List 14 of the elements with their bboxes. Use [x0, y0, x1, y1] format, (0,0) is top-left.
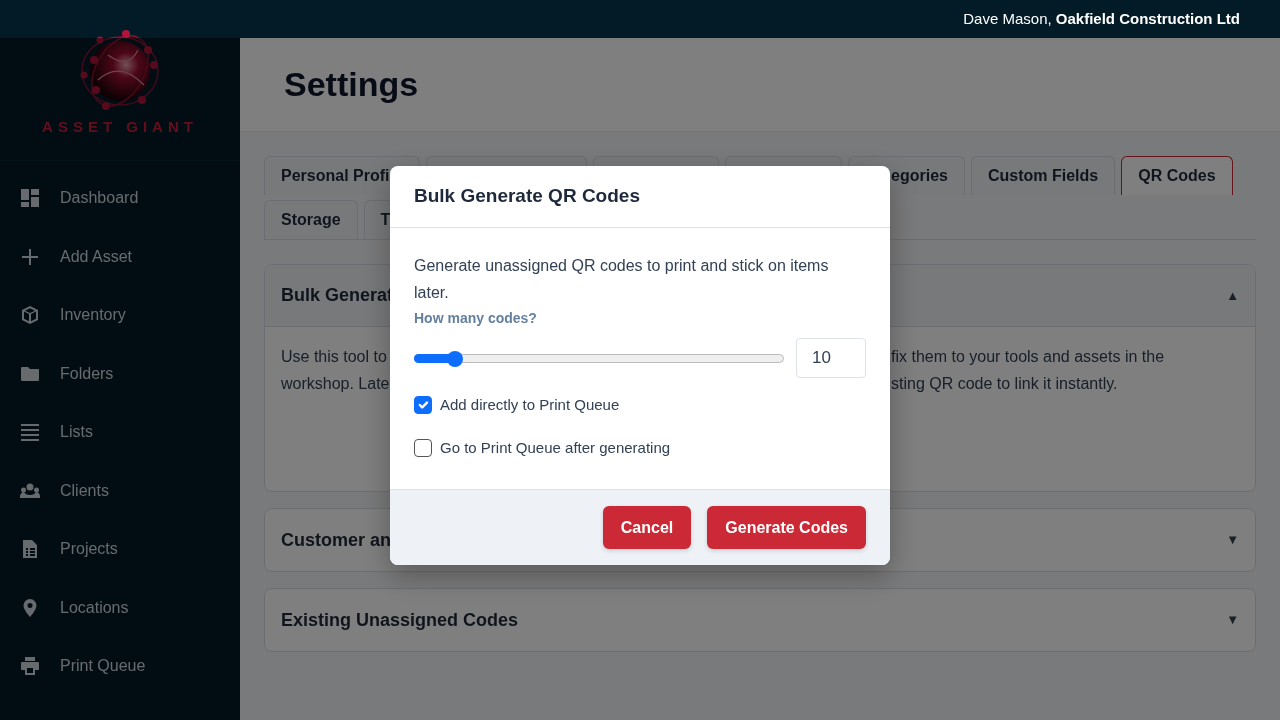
text-fragment: sting QR code to link it instantly. [891, 374, 1119, 394]
text-fragment: workshop. Late [281, 374, 391, 394]
accordion-title: Existing Unassigned Codes [281, 608, 519, 632]
accordion-title: Customer an [281, 528, 392, 552]
logo-text: ASSET GIANT [42, 117, 198, 137]
toggle-indicator: ▼ [1226, 611, 1239, 630]
text-fragment: fix them to your tools and assets in the [891, 347, 1166, 367]
description-text: Generate unassigned QR codes to print and stick on items later. [414, 256, 830, 303]
user-name: Dave Mason, Oakfield Construction Ltd [963, 8, 1240, 29]
field-label: How many codes? [414, 310, 537, 326]
toggle-indicator: ▲ [1226, 286, 1239, 305]
text-fragment: Use this tool to [281, 347, 388, 367]
page-title: Settings [284, 64, 419, 105]
toggle-indicator: ▼ [1226, 531, 1239, 550]
